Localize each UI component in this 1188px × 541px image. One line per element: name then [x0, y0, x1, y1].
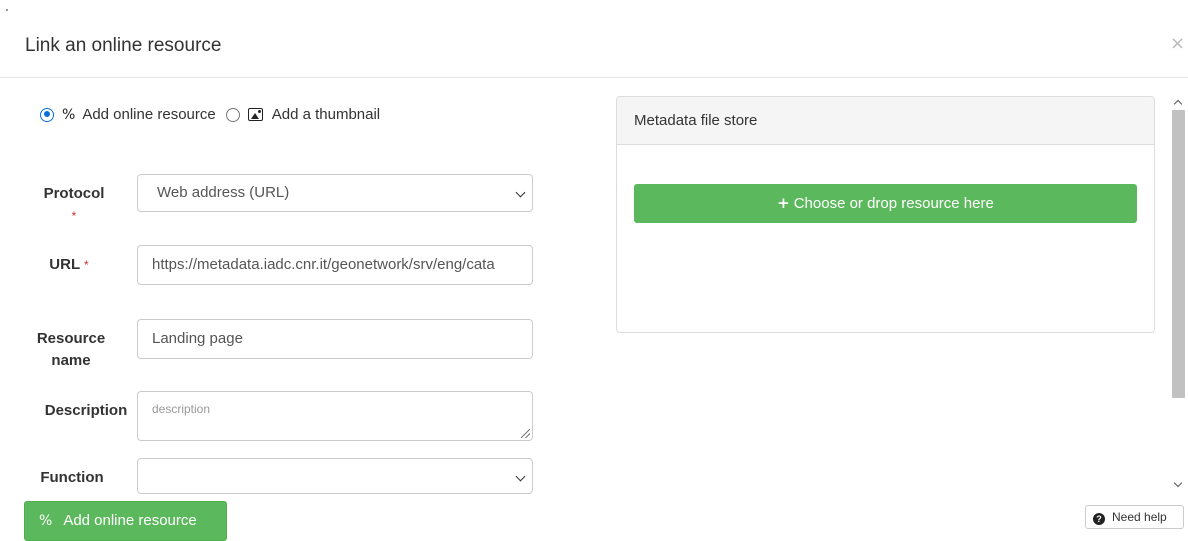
protocol-label-text: Protocol: [43, 185, 105, 202]
function-select[interactable]: [137, 458, 533, 494]
scroll-up-icon[interactable]: [1173, 98, 1183, 109]
resource-name-input[interactable]: Landing page: [137, 319, 533, 359]
url-label: URL *: [19, 254, 119, 276]
scroll-down-icon[interactable]: [1173, 478, 1183, 488]
description-label: Description: [44, 402, 128, 419]
radio-add-online-resource[interactable]: [40, 107, 54, 122]
resource-name-label-line2: name: [51, 352, 91, 369]
choose-or-drop-resource-label: Choose or drop resource here: [793, 195, 994, 212]
need-help-button[interactable]: ? Need help: [1085, 505, 1184, 529]
radio-label-add-online-resource[interactable]: Add online resource: [82, 106, 215, 123]
plus-icon: +: [777, 194, 790, 212]
protocol-select[interactable]: Web address (URL): [137, 174, 533, 212]
add-online-resource-button-label: Add online resource: [63, 512, 197, 529]
metadata-file-store-panel: Metadata file store + Choose or drop reso…: [616, 96, 1155, 333]
url-input[interactable]: https://metadata.iadc.cnr.it/geonetwork/…: [137, 245, 533, 285]
modal-header: Link an online resource ×: [0, 0, 1188, 78]
url-label-text: URL: [49, 256, 80, 273]
add-online-resource-button[interactable]: % Add online resource: [24, 501, 227, 541]
chevron-down-icon: [515, 187, 526, 198]
description-textarea[interactable]: description: [137, 391, 533, 441]
resource-name-input-value: Landing page: [152, 330, 243, 347]
url-input-value: https://metadata.iadc.cnr.it/geonetwork/…: [152, 256, 495, 273]
link-icon: %: [62, 106, 76, 123]
radio-add-thumbnail[interactable]: [225, 107, 240, 122]
choose-or-drop-resource-button[interactable]: + Choose or drop resource here: [634, 184, 1137, 223]
protocol-select-value: Web address (URL): [157, 184, 290, 201]
radio-label-add-thumbnail[interactable]: Add a thumbnail: [272, 106, 380, 123]
chevron-down-icon: [515, 471, 526, 482]
url-required-mark: *: [84, 258, 89, 272]
modal-title: Link an online resource: [25, 35, 222, 56]
close-icon[interactable]: ×: [1170, 33, 1185, 54]
question-circle-icon: ?: [1093, 513, 1105, 525]
resource-name-label: Resource name: [21, 328, 121, 372]
resize-grip-icon[interactable]: [521, 429, 530, 438]
image-icon: [247, 108, 263, 121]
scrollbar-thumb[interactable]: [1172, 110, 1185, 398]
protocol-required-mark: *: [71, 209, 77, 223]
need-help-label: Need help: [1112, 510, 1167, 524]
mode-selector: % Add online resource Add a thumbnail: [40, 106, 390, 123]
link-icon: %: [39, 513, 53, 529]
protocol-label: Protocol *: [24, 183, 124, 227]
panel-heading: Metadata file store: [617, 97, 1154, 145]
resource-name-label-line1: Resource: [36, 330, 106, 347]
description-placeholder: description: [152, 402, 211, 416]
function-label: Function: [40, 469, 104, 486]
